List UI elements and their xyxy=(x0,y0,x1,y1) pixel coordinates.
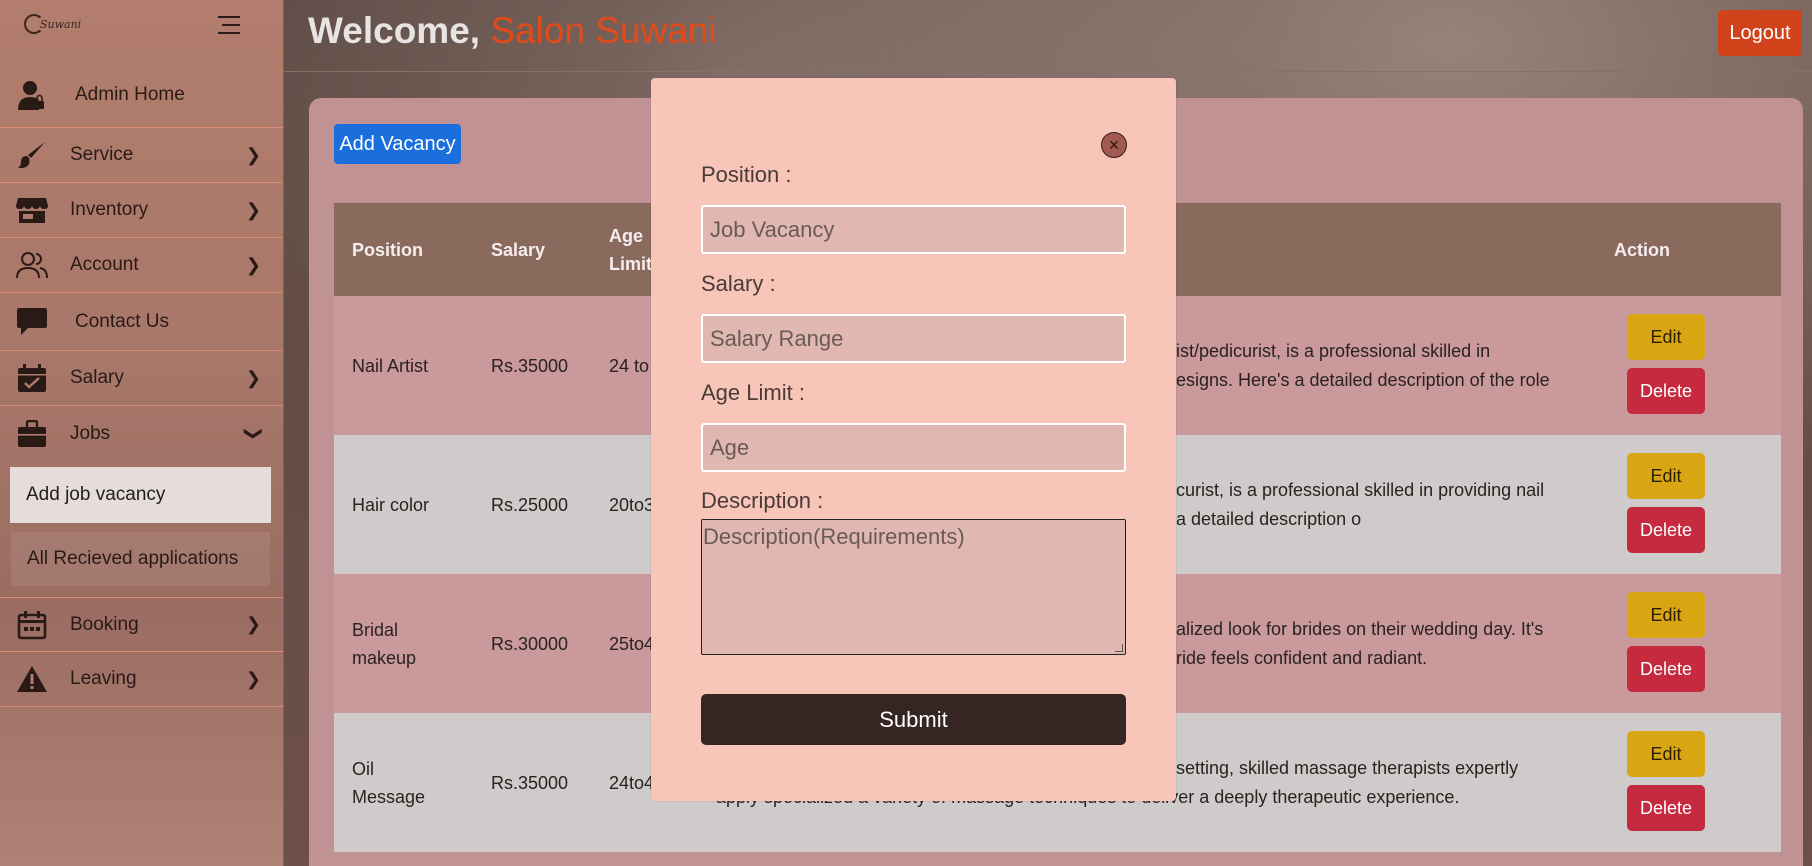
sidebar-item-label: Leaving xyxy=(70,668,137,689)
description-placeholder: Description(Requirements) xyxy=(703,524,965,549)
sidebar-item-label: Service xyxy=(70,144,134,165)
top-header: Welcome, Salon Suwani Logout xyxy=(284,0,1812,72)
welcome-prefix: Welcome, xyxy=(308,10,481,51)
calendar-icon xyxy=(16,610,48,640)
sidebar-item-contact-us[interactable]: Contact Us xyxy=(0,293,283,351)
salary-input[interactable]: Salary Range xyxy=(701,314,1126,363)
sidebar-item-label: Salary xyxy=(70,367,124,388)
cell-salary: Rs.25000 xyxy=(491,494,569,515)
sidebar-item-label: Inventory xyxy=(70,199,149,220)
add-vacancy-modal: × Position : Job Vacancy Salary : Salary… xyxy=(651,78,1176,801)
column-header-action: Action xyxy=(1614,239,1670,260)
calendar-check-icon xyxy=(16,363,48,393)
briefcase-icon xyxy=(16,419,48,449)
cell-age: 20to3 xyxy=(609,494,655,515)
age-limit-label: Age Limit : xyxy=(701,380,805,405)
resize-handle-icon[interactable] xyxy=(1115,644,1123,652)
chevron-right-icon: ❯ xyxy=(245,199,261,220)
edit-button[interactable]: Edit xyxy=(1627,592,1705,638)
users-icon xyxy=(16,250,48,280)
cell-age: 25to4 xyxy=(609,633,655,654)
submit-button[interactable]: Submit xyxy=(701,694,1126,745)
sidebar-item-inventory[interactable]: Inventory ❯ xyxy=(0,183,283,238)
edit-button[interactable]: Edit xyxy=(1627,314,1705,360)
warning-icon xyxy=(16,664,48,694)
chevron-right-icon: ❯ xyxy=(245,367,261,388)
position-input[interactable]: Job Vacancy xyxy=(701,205,1126,254)
sidebar-item-admin-home[interactable]: Admin Home xyxy=(0,62,283,128)
cell-position: Hair color xyxy=(352,494,430,515)
chevron-down-icon: ❯ xyxy=(243,425,264,442)
sidebar-subitem-all-received-applications[interactable]: All Recieved applications xyxy=(10,531,271,587)
sidebar-subitem-add-job-vacancy[interactable]: Add job vacancy xyxy=(10,467,271,523)
chevron-right-icon: ❯ xyxy=(245,254,261,275)
sidebar-item-salary[interactable]: Salary ❯ xyxy=(0,351,283,406)
salary-label: Salary : xyxy=(701,271,776,296)
position-label: Position : xyxy=(701,162,792,187)
sidebar-item-service[interactable]: Service ❯ xyxy=(0,128,283,183)
sidebar-item-label: Booking xyxy=(70,613,139,635)
delete-button[interactable]: Delete xyxy=(1627,368,1705,414)
user-admin-icon xyxy=(16,80,48,110)
add-vacancy-button[interactable]: Add Vacancy xyxy=(334,124,461,164)
brush-icon xyxy=(16,140,48,170)
sidebar-item-label: Account xyxy=(70,254,139,275)
user-name: Salon Suwani xyxy=(490,10,717,51)
edit-button[interactable]: Edit xyxy=(1627,453,1705,499)
cell-position: Bridal makeup xyxy=(352,619,417,668)
cell-age: 24to4 xyxy=(609,772,655,793)
store-icon xyxy=(16,195,48,225)
chevron-right-icon: ❯ xyxy=(245,614,261,634)
column-header-salary: Salary xyxy=(491,239,546,260)
sidebar-item-booking[interactable]: Booking ❯ xyxy=(0,597,283,652)
cell-salary: Rs.35000 xyxy=(491,772,569,793)
cell-salary: Rs.35000 xyxy=(491,355,569,376)
sidebar-item-leaving[interactable]: Leaving ❯ xyxy=(0,652,283,707)
column-header-position: Position xyxy=(352,239,423,260)
sidebar-item-label: Admin Home xyxy=(75,83,185,105)
sidebar-item-account[interactable]: Account ❯ xyxy=(0,238,283,293)
logo-row: Suwani xyxy=(0,0,283,62)
delete-button[interactable]: Delete xyxy=(1627,646,1705,692)
description-textarea[interactable]: Description(Requirements) xyxy=(701,519,1126,655)
description-label: Description : xyxy=(701,488,824,513)
chat-icon xyxy=(16,307,48,337)
delete-button[interactable]: Delete xyxy=(1627,507,1705,553)
cell-salary: Rs.30000 xyxy=(491,633,569,654)
sidebar-item-jobs[interactable]: Jobs ❯ xyxy=(0,406,283,461)
cell-position: Oil Message xyxy=(352,758,426,807)
delete-button[interactable]: Delete xyxy=(1627,785,1705,831)
close-icon[interactable]: × xyxy=(1101,132,1127,158)
sidebar: Suwani Admin Home Service ❯ Inventory ❯ … xyxy=(0,0,284,866)
cell-position: Nail Artist xyxy=(352,355,429,376)
sidebar-item-label: Jobs xyxy=(70,422,111,444)
sidebar-item-label: Contact Us xyxy=(75,310,169,332)
page-title: Welcome, Salon Suwani xyxy=(308,10,717,52)
cell-age: 24 to xyxy=(609,355,650,376)
menu-toggle-icon[interactable] xyxy=(218,16,242,36)
age-input[interactable]: Age xyxy=(701,423,1126,472)
edit-button[interactable]: Edit xyxy=(1627,731,1705,777)
chevron-right-icon: ❯ xyxy=(245,668,261,689)
logo[interactable]: Suwani xyxy=(24,12,82,38)
logout-button[interactable]: Logout xyxy=(1718,10,1802,56)
logo-text: Suwani xyxy=(40,18,82,31)
chevron-right-icon: ❯ xyxy=(245,144,261,165)
